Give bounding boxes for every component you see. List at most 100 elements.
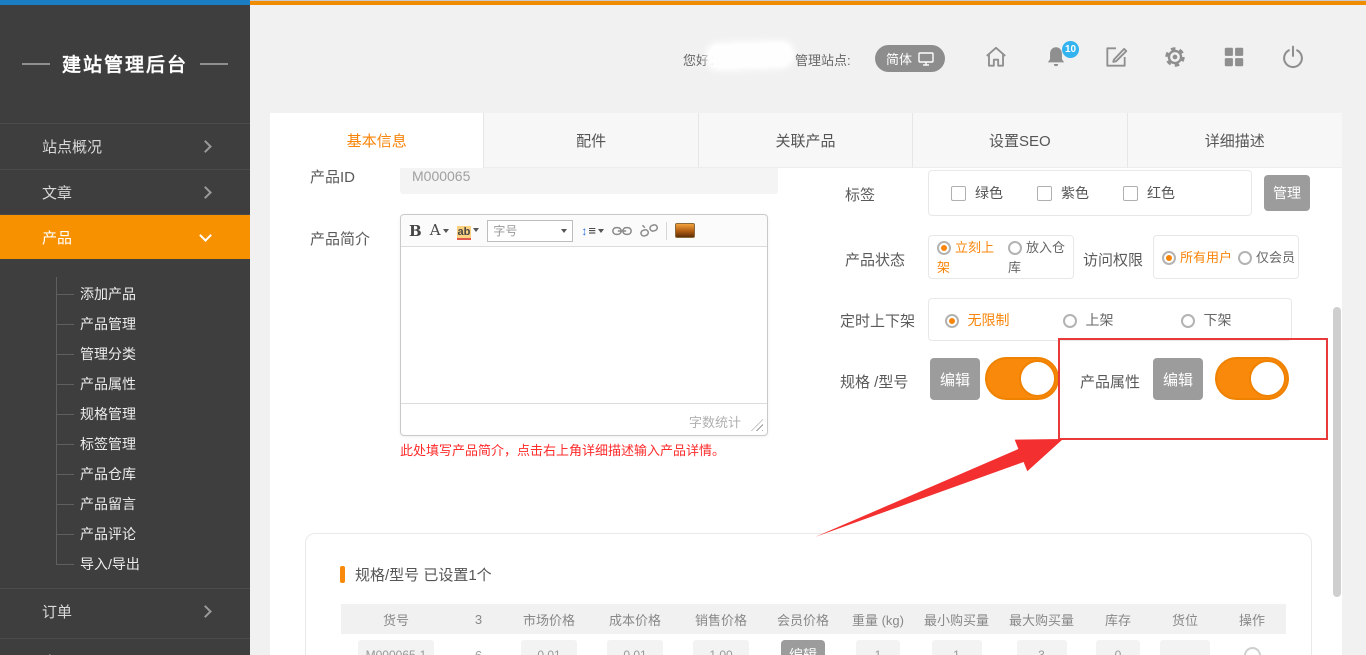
sidebar-item-members[interactable]: 会员	[0, 638, 250, 655]
access-option-members-only[interactable]: 仅会员	[1238, 247, 1295, 267]
link-icon[interactable]	[612, 224, 632, 238]
cell-item-no: M000065-1	[341, 640, 451, 655]
tab-related-products[interactable]: 关联产品	[699, 113, 913, 168]
tab-accessories[interactable]: 配件	[484, 113, 698, 168]
schedule-option-off-shelf[interactable]: 下架	[1181, 310, 1231, 330]
sidebar-item-site-overview[interactable]: 站点概况	[0, 123, 250, 168]
sidebar-subitem-tag-manage[interactable]: 标签管理	[80, 429, 136, 459]
product-status-label: 产品状态	[845, 249, 905, 270]
sidebar-subitem-spec-manage[interactable]: 规格管理	[80, 399, 136, 429]
tab-detailed-description[interactable]: 详细描述	[1128, 113, 1342, 168]
language-button[interactable]: 简体	[875, 45, 945, 72]
line-height-control[interactable]: ↕≡	[581, 223, 604, 238]
schedule-option-on-shelf[interactable]: 上架	[1063, 310, 1167, 330]
tag-option-red[interactable]: 红色	[1123, 183, 1175, 203]
status-option-warehouse[interactable]: 放入仓库	[1008, 237, 1073, 277]
sale-price-value[interactable]: 1.00	[693, 640, 749, 655]
highlight-control[interactable]: ab	[457, 222, 480, 240]
col-header-item-no: 货号	[341, 610, 451, 629]
cell-col2: 6	[451, 648, 506, 655]
resize-grip[interactable]	[751, 419, 763, 431]
tag-option-green[interactable]: 绿色	[951, 183, 1003, 203]
highlight-icon: ab	[457, 226, 472, 240]
bold-icon[interactable]: B	[409, 222, 422, 240]
cost-price-value[interactable]: 0.01	[607, 640, 663, 655]
sidebar-subitem-warehouse[interactable]: 产品仓库	[80, 459, 136, 489]
access-option-all-users[interactable]: 所有用户	[1162, 247, 1232, 267]
tags-label: 标签	[845, 184, 875, 205]
spec-model-edit-button[interactable]: 编辑	[930, 358, 980, 400]
col-header-max-qty: 最大购买量	[999, 610, 1084, 629]
tag-option-purple[interactable]: 紫色	[1037, 183, 1089, 203]
gear-icon[interactable]	[1162, 44, 1188, 70]
radio-icon[interactable]	[1238, 251, 1252, 265]
edit-icon[interactable]	[1103, 44, 1129, 70]
schedule-option-unlimited[interactable]: 无限制	[945, 310, 1049, 330]
product-intro-label: 产品简介	[310, 228, 370, 249]
font-color-control[interactable]: A	[430, 221, 449, 240]
sidebar-subitem-category-manage[interactable]: 管理分类	[80, 339, 136, 369]
subitem-label: 导入/导出	[80, 556, 140, 572]
status-option-onsale[interactable]: 立刻上架	[937, 237, 1002, 277]
sidebar-item-orders[interactable]: 订单	[0, 588, 250, 633]
sidebar-subitem-add-product[interactable]: 添加产品	[80, 279, 136, 309]
panel-scrollbar-thumb[interactable]	[1333, 307, 1341, 597]
col-header-weight: 重量 (kg)	[842, 610, 914, 629]
editor-toolbar: B A ab 字号 ↕≡	[401, 215, 767, 247]
cell-cost-price: 0.01	[592, 640, 678, 655]
sidebar-subitem-messages[interactable]: 产品留言	[80, 489, 136, 519]
sidebar-subitem-product-attrs[interactable]: 产品属性	[80, 369, 136, 399]
market-price-value[interactable]: 0.01	[521, 640, 577, 655]
sidebar-item-products[interactable]: 产品	[0, 214, 250, 259]
min-qty-value[interactable]: 1	[932, 640, 982, 655]
stock-value[interactable]: 0	[1096, 640, 1140, 655]
sidebar-subitem-product-manage[interactable]: 产品管理	[80, 309, 136, 339]
radio-icon[interactable]	[1063, 314, 1077, 328]
editor-body[interactable]	[401, 247, 767, 405]
radio-selected-icon[interactable]	[1162, 251, 1176, 265]
row-action-icon[interactable]	[1244, 647, 1261, 655]
subitem-label: 产品管理	[80, 316, 136, 332]
grid-icon[interactable]	[1221, 44, 1247, 70]
logo-left-dash	[22, 63, 50, 65]
checkbox-icon[interactable]	[1037, 186, 1052, 201]
radio-icon[interactable]	[1181, 314, 1195, 328]
tab-seo[interactable]: 设置SEO	[913, 113, 1127, 168]
tree-tick	[56, 324, 74, 325]
spec-model-toggle[interactable]	[985, 357, 1059, 400]
radio-icon[interactable]	[1008, 241, 1022, 255]
specs-section-title: 规格/型号 已设置1个	[355, 564, 492, 585]
tab-basic-info[interactable]: 基本信息	[270, 113, 484, 168]
max-qty-value[interactable]: 3	[1017, 640, 1067, 655]
caret-down-icon	[598, 229, 604, 233]
checkbox-icon[interactable]	[1123, 186, 1138, 201]
product-id-label: 产品ID	[310, 166, 355, 187]
home-icon[interactable]	[983, 44, 1009, 70]
sidebar-subitem-import-export[interactable]: 导入/导出	[80, 549, 140, 579]
font-size-select[interactable]: 字号	[487, 220, 573, 242]
app-logo: 建站管理后台	[0, 50, 250, 77]
subitem-label: 产品仓库	[80, 466, 136, 482]
manage-tags-button[interactable]: 管理	[1264, 175, 1310, 211]
radio-selected-icon[interactable]	[937, 241, 951, 255]
member-price-edit-button[interactable]: 编辑	[781, 640, 825, 655]
logo-right-dash	[200, 63, 228, 65]
power-icon[interactable]	[1280, 44, 1306, 70]
cell-member-price: 编辑	[764, 640, 842, 655]
sidebar-subitem-reviews[interactable]: 产品评论	[80, 519, 136, 549]
page: 建站管理后台 站点概况 文章 产品 添加产品 产品管理 管理分类 产品属性 规格…	[0, 0, 1366, 655]
unlink-icon[interactable]	[640, 223, 658, 239]
tags-group: 绿色 紫色 红色	[928, 170, 1252, 216]
subitem-label: 管理分类	[80, 346, 136, 362]
intro-hint-text: 此处填写产品简介，点击右上角详细描述输入产品详情。	[400, 440, 725, 459]
chevron-right-icon	[199, 140, 212, 153]
username-redacted-blob	[706, 40, 795, 70]
col-header-member-price: 会员价格	[764, 610, 842, 629]
weight-value[interactable]: 1	[856, 640, 900, 655]
checkbox-icon[interactable]	[951, 186, 966, 201]
radio-selected-icon[interactable]	[945, 314, 959, 328]
location-value[interactable]	[1160, 640, 1210, 655]
sidebar-item-articles[interactable]: 文章	[0, 169, 250, 214]
caret-down-icon	[443, 229, 449, 233]
insert-image-icon[interactable]	[675, 223, 695, 238]
